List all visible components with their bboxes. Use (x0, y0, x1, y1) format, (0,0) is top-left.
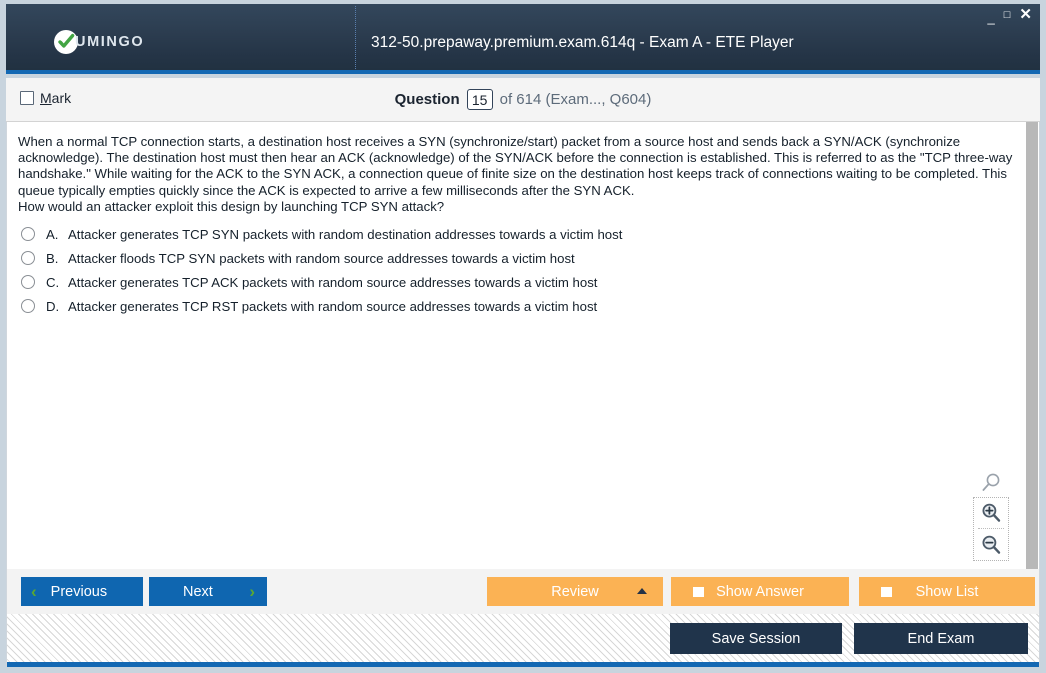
square-icon (881, 587, 892, 597)
chevron-up-icon (637, 588, 647, 594)
magnifier-icon[interactable] (971, 469, 1011, 497)
answer-option-c[interactable]: C. Attacker generates TCP ACK packets wi… (21, 270, 981, 294)
radio-button-d[interactable] (21, 299, 35, 313)
show-list-button[interactable]: Show List (859, 577, 1035, 606)
answer-option-d[interactable]: D. Attacker generates TCP RST packets wi… (21, 294, 981, 318)
option-letter-d: D. (46, 298, 60, 314)
next-button-label: Next (183, 583, 213, 600)
question-text: When a normal TCP connection starts, a d… (18, 134, 1018, 215)
radio-button-a[interactable] (21, 227, 35, 241)
option-text-a: Attacker generates TCP SYN packets with … (68, 226, 623, 242)
radio-button-c[interactable] (21, 275, 35, 289)
option-letter-a: A. (46, 226, 59, 242)
vumingo-logo: UMINGO (54, 29, 144, 55)
close-icon[interactable]: ✕ (1019, 7, 1032, 22)
next-button[interactable]: Next › (149, 577, 267, 606)
ete-player-window: UMINGO 312-50.prepaway.premium.exam.614q… (0, 0, 1046, 673)
review-button-label: Review (551, 583, 599, 600)
show-answer-button[interactable]: Show Answer (671, 577, 849, 606)
previous-button-label: Previous (50, 583, 108, 600)
footer-bar: Save Session End Exam (6, 614, 1040, 667)
question-content-panel: When a normal TCP connection starts, a d… (6, 122, 1040, 569)
answer-option-a[interactable]: A. Attacker generates TCP SYN packets wi… (21, 222, 981, 246)
zoom-buttons-panel (973, 497, 1009, 561)
magnifier-minus-icon[interactable] (974, 530, 1008, 560)
save-session-button[interactable]: Save Session (670, 623, 842, 654)
option-text-b: Attacker floods TCP SYN packets with ran… (68, 250, 575, 266)
chevron-right-icon: › (249, 582, 255, 601)
navigation-toolbar: ‹ Previous Next › Review Show Answer Sho… (6, 569, 1040, 614)
chevron-left-icon: ‹ (31, 582, 37, 601)
question-word-label: Question (394, 91, 460, 108)
brand-name: UMINGO (75, 34, 145, 50)
zoom-tools (971, 469, 1011, 561)
question-paragraph-2: How would an attacker exploit this desig… (18, 198, 445, 214)
maximize-icon[interactable]: □ (1004, 8, 1011, 22)
question-total-label: of 614 (Exam..., Q604) (499, 91, 652, 108)
radio-button-b[interactable] (21, 251, 35, 265)
magnifier-plus-icon[interactable] (974, 498, 1008, 528)
square-icon (693, 587, 704, 597)
previous-button[interactable]: ‹ Previous (21, 577, 143, 606)
show-list-button-label: Show List (915, 583, 979, 600)
answer-options-list: A. Attacker generates TCP SYN packets wi… (21, 222, 981, 318)
window-controls: _ □ ✕ (988, 7, 1032, 25)
option-text-d: Attacker generates TCP RST packets with … (68, 298, 598, 314)
option-text-c: Attacker generates TCP ACK packets with … (68, 274, 598, 290)
question-paragraph-1: When a normal TCP connection starts, a d… (18, 134, 1013, 198)
option-letter-b: B. (46, 250, 59, 266)
option-letter-c: C. (46, 274, 60, 290)
question-number-input[interactable]: 15 (466, 89, 493, 110)
question-counter: Question 15 of 614 (Exam..., Q604) (6, 89, 1040, 110)
window-title: 312-50.prepaway.premium.exam.614q - Exam… (371, 34, 794, 51)
title-bar: UMINGO 312-50.prepaway.premium.exam.614q… (6, 4, 1040, 74)
minimize-icon[interactable]: _ (988, 11, 995, 25)
answer-option-b[interactable]: B. Attacker floods TCP SYN packets with … (21, 246, 981, 270)
review-dropdown-button[interactable]: Review (487, 577, 663, 606)
end-exam-button[interactable]: End Exam (854, 623, 1028, 654)
show-answer-button-label: Show Answer (716, 583, 804, 600)
vertical-scrollbar[interactable] (1026, 122, 1038, 569)
title-bar-divider (355, 6, 357, 69)
question-info-bar: Mark Question 15 of 614 (Exam..., Q604) (6, 78, 1040, 122)
